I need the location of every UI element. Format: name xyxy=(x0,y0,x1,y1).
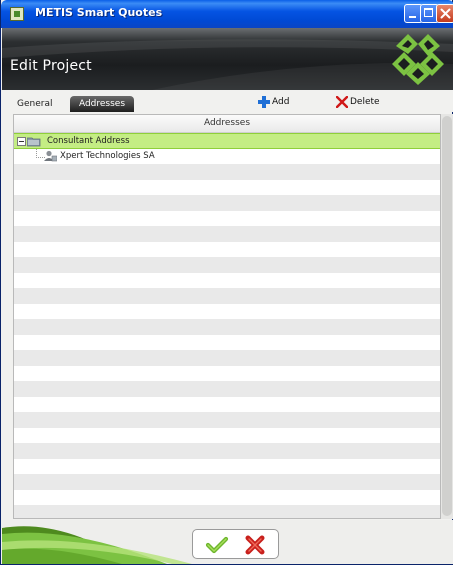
empty-row xyxy=(14,335,440,351)
cancel-x-icon xyxy=(245,535,265,555)
page-header: Edit Project xyxy=(2,28,453,90)
tree-row-consultant-address[interactable]: Consultant Address xyxy=(14,133,440,149)
tree-row-label: Xpert Technologies SA xyxy=(60,150,155,161)
x-icon xyxy=(336,96,348,108)
dialog-button-group xyxy=(192,529,279,559)
add-button-label: Add xyxy=(272,97,290,107)
delete-button-label: Delete xyxy=(350,97,380,107)
window-title: METIS Smart Quotes xyxy=(35,6,163,19)
empty-row xyxy=(14,366,440,382)
person-icon xyxy=(44,150,57,161)
tree-row-xpert-technologies[interactable]: Xpert Technologies SA xyxy=(14,148,440,165)
empty-row xyxy=(14,242,440,258)
folder-icon xyxy=(27,137,41,147)
app-window: METIS Smart Quotes Edit Project General … xyxy=(0,0,453,565)
empty-row xyxy=(14,257,440,273)
tab-bar: General Addresses Add Delete xyxy=(2,90,453,112)
empty-row xyxy=(14,412,440,428)
empty-row xyxy=(14,428,440,444)
ok-button[interactable] xyxy=(203,534,231,556)
close-button[interactable] xyxy=(436,4,453,23)
empty-row xyxy=(14,180,440,196)
empty-row xyxy=(14,443,440,459)
vertical-scrollbar[interactable] xyxy=(441,114,453,519)
metis-app-icon[interactable] xyxy=(10,7,24,21)
empty-row xyxy=(14,490,440,506)
footer-bar xyxy=(2,520,453,564)
metis-logo-icon xyxy=(392,34,444,85)
empty-row xyxy=(14,459,440,475)
column-header-addresses[interactable]: Addresses xyxy=(14,115,440,133)
tree-row-label: Consultant Address xyxy=(47,136,130,146)
empty-row xyxy=(14,226,440,242)
empty-row xyxy=(14,273,440,289)
addresses-tree-grid[interactable]: Addresses Consultant Address Xpert Techn… xyxy=(13,114,441,519)
page-title: Edit Project xyxy=(10,58,92,74)
empty-row xyxy=(14,474,440,490)
cancel-button[interactable] xyxy=(241,534,269,556)
title-bar[interactable]: METIS Smart Quotes xyxy=(1,0,453,28)
tab-general[interactable]: General xyxy=(9,96,60,112)
scrollbar-thumb[interactable] xyxy=(442,116,452,516)
plus-icon xyxy=(258,96,270,108)
tree-rows: Consultant Address Xpert Technologies SA xyxy=(14,133,440,518)
close-icon xyxy=(440,8,451,19)
empty-row xyxy=(14,211,440,227)
empty-row xyxy=(14,164,440,180)
checkmark-icon xyxy=(205,536,229,554)
empty-row xyxy=(14,195,440,211)
empty-row xyxy=(14,350,440,366)
empty-row xyxy=(14,397,440,413)
empty-row xyxy=(14,304,440,320)
empty-row xyxy=(14,319,440,335)
tab-addresses[interactable]: Addresses xyxy=(70,96,134,112)
empty-row xyxy=(14,381,440,397)
empty-row xyxy=(14,505,440,518)
empty-row xyxy=(14,288,440,304)
collapse-toggle-icon[interactable] xyxy=(17,137,26,146)
